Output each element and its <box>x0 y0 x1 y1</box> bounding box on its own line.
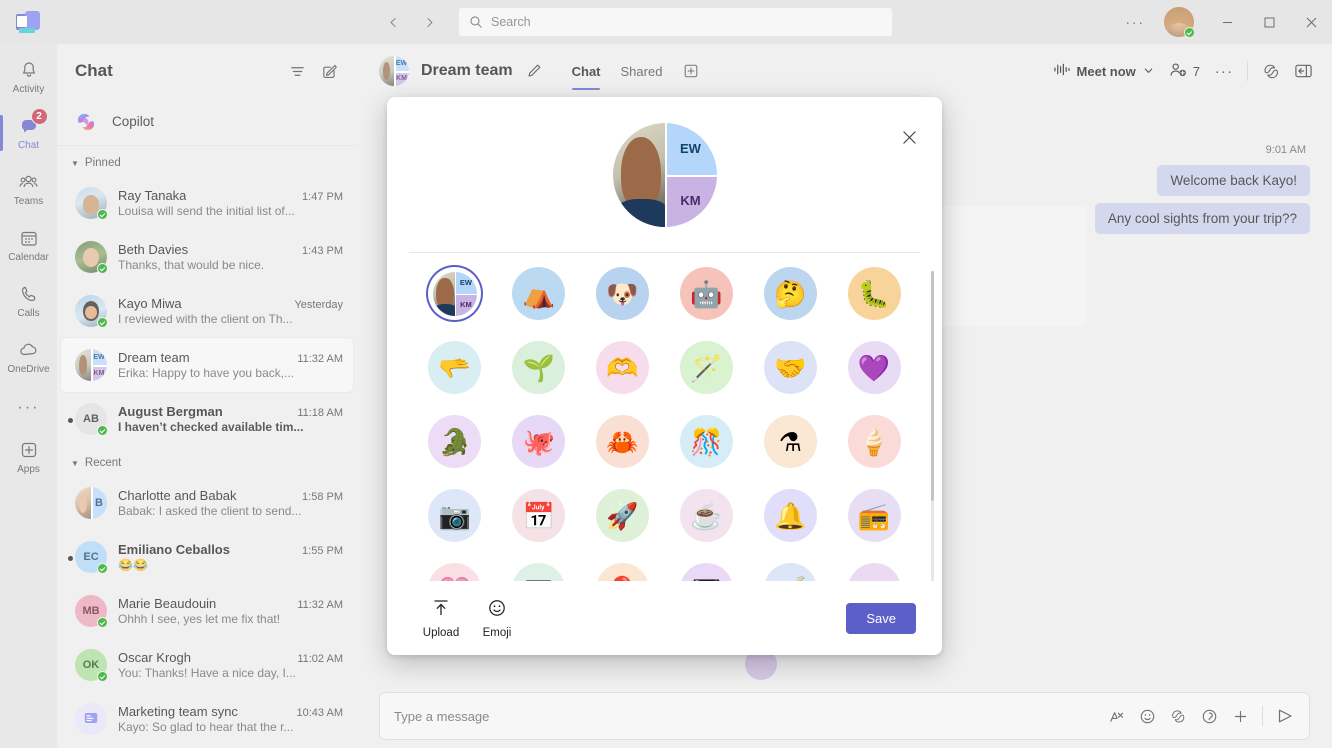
close-icon[interactable] <box>894 122 924 152</box>
group-avatar-thumb: EW KM <box>432 271 477 316</box>
avatar-option-thinking-face-avatar[interactable]: 🤔 <box>763 267 817 320</box>
teacup-icon: ☕ <box>690 500 723 531</box>
avatar-option-robot-avatar[interactable]: 🤖 <box>679 267 733 320</box>
avatar-option-guitar-avatar[interactable]: 🎸 <box>763 563 817 581</box>
avatar-option-magic-wand-avatar[interactable]: 🪄 <box>679 341 733 394</box>
avatar-option-camera-avatar[interactable]: 📷 <box>428 489 482 542</box>
avatar-option-rocket-avatar[interactable]: 🚀 <box>596 489 650 542</box>
upload-label: Upload <box>422 626 460 639</box>
dog-icon: 🐶 <box>606 278 639 309</box>
member-initials-ew: EW <box>454 271 477 294</box>
calendar-icon: 📅 <box>522 500 555 531</box>
avatar-option-heart-hands-avatar[interactable]: 🫶 <box>596 341 650 394</box>
rocket-icon: 🚀 <box>606 500 639 531</box>
member-initials-ew: EW <box>664 122 717 175</box>
sprout-icon: 🌱 <box>522 352 555 383</box>
heart-shape-hands-icon: 💜 <box>857 352 891 383</box>
avatar-picker-dialog: EW KM EW KM ⛺ 🐶 🤖 🤔 🐛 🫳 🌱 🫶 🪄 🤝 💜 🐊 🐙 🦀 … <box>387 97 942 655</box>
avatar-option-bug-avatar[interactable]: 🐛 <box>847 267 901 320</box>
avatar-option-crocodile-avatar[interactable]: 🐊 <box>428 415 482 468</box>
avatar-option-dog-avatar[interactable]: 🐶 <box>596 267 650 320</box>
group-avatar-large: EW KM <box>612 122 717 227</box>
avatar-option-teacup-avatar[interactable]: ☕ <box>679 489 733 542</box>
ice-cream-icon: 🍦 <box>857 426 891 457</box>
emoji-label: Emoji <box>482 626 512 639</box>
avatar-option-camping-avatar[interactable]: ⛺ <box>512 267 566 320</box>
avatar-options-grid: EW KM ⛺ 🐶 🤖 🤔 🐛 🫳 🌱 🫶 🪄 🤝 💜 � <box>413 267 916 581</box>
avatar-option-ice-cream-avatar[interactable]: 🍦 <box>847 415 901 468</box>
avatar-preview-section: EW KM <box>387 97 942 252</box>
avatar-option-calendar-avatar[interactable]: 📅 <box>512 489 566 542</box>
bug-icon: 🐛 <box>857 278 891 309</box>
magic-wand-icon: 🪄 <box>690 352 723 383</box>
avatar-option-party-in-cup-avatar[interactable]: 🎊 <box>679 415 733 468</box>
boombox-icon: 📻 <box>857 500 891 531</box>
avatar-option-video-folder-avatar[interactable]: 📼 <box>847 563 901 581</box>
scrollbar[interactable] <box>931 271 934 581</box>
avatar-option-heart-shape-hands-avatar[interactable]: 💜 <box>847 341 901 394</box>
avatar-option-hand-touch-avatar[interactable]: 🫳 <box>428 341 482 394</box>
member-photo <box>612 122 667 227</box>
crocodile-icon: 🐊 <box>438 426 472 457</box>
avatar-option-octopus-avatar[interactable]: 🐙 <box>512 415 566 468</box>
avatar-option-hot-air-balloon-avatar[interactable]: 🎈 <box>596 563 650 581</box>
avatar-options-scroll[interactable]: EW KM ⛺ 🐶 🤖 🤔 🐛 🫳 🌱 🫶 🪄 🤝 💜 � <box>387 253 942 581</box>
hand-touch-icon: 🫳 <box>438 352 472 383</box>
avatar-option-bell-avatar[interactable]: 🔔 <box>763 489 817 542</box>
avatar-option-boombox-avatar[interactable]: 📻 <box>847 489 901 542</box>
party-icon: 🎊 <box>690 426 723 457</box>
scrollbar-thumb[interactable] <box>931 271 934 501</box>
bell-icon: 🔔 <box>774 500 807 531</box>
member-initials-km: KM <box>664 174 717 227</box>
avatar-option-science-flask-avatar[interactable]: ⚗ <box>763 415 817 468</box>
avatar-option-current-group-avatar[interactable]: EW KM <box>428 267 481 320</box>
save-button[interactable]: Save <box>846 602 916 634</box>
emoji-icon <box>487 598 507 623</box>
crab-icon: 🦀 <box>606 426 639 457</box>
robot-icon: 🤖 <box>690 278 723 309</box>
avatar-option-app-window-avatar[interactable]: 🗔 <box>679 563 733 581</box>
avatar-option-film-reel-avatar[interactable]: 🎞 <box>512 563 566 581</box>
dialog-footer: Upload Emoji Save <box>387 581 942 655</box>
member-initials-km: KM <box>454 293 477 316</box>
octopus-icon: 🐙 <box>522 426 555 457</box>
avatar-option-heart-avatar[interactable]: 💗 <box>428 563 482 581</box>
teams-app-window: Search ··· Activity 2 Chat Teams Calenda… <box>0 0 1332 748</box>
camera-icon: 📷 <box>438 500 472 531</box>
upload-icon <box>431 598 451 623</box>
science-flask-icon: ⚗ <box>778 426 802 457</box>
avatar-option-handshake-avatar[interactable]: 🤝 <box>763 341 817 394</box>
avatar-option-crab-avatar[interactable]: 🦀 <box>596 415 650 468</box>
upload-button[interactable]: Upload <box>413 598 469 639</box>
avatar-preview: EW KM <box>612 122 717 227</box>
heart-hands-icon: 🫶 <box>606 352 639 383</box>
camping-icon: ⛺ <box>522 278 555 309</box>
emoji-button[interactable]: Emoji <box>469 598 525 639</box>
thinking-face-icon: 🤔 <box>774 278 807 309</box>
handshake-icon: 🤝 <box>774 352 807 383</box>
avatar-option-sprout-in-hand-avatar[interactable]: 🌱 <box>512 341 566 394</box>
